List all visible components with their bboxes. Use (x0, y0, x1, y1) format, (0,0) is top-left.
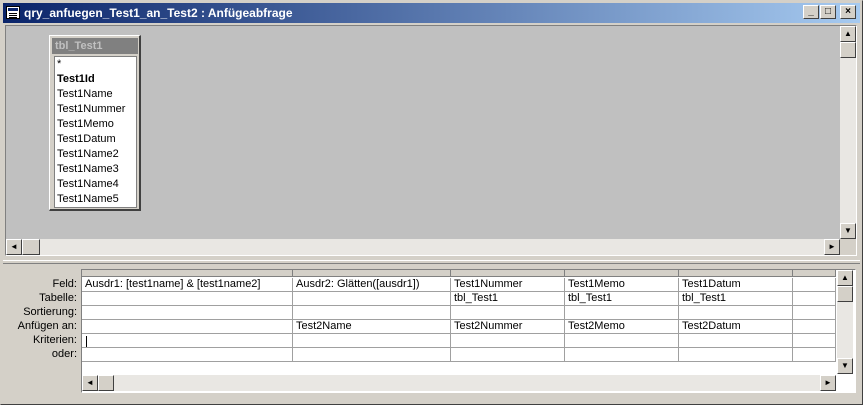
grid-cell-tabelle[interactable] (793, 292, 836, 306)
grid-cell-sortierung[interactable] (293, 306, 451, 320)
scroll-left-arrow-icon[interactable]: ◄ (82, 375, 98, 391)
grid-cell-anfuegen[interactable]: Test2Name (293, 320, 451, 334)
field-list[interactable]: * Test1Id Test1Name Test1Nummer Test1Memo Tes… (54, 56, 137, 208)
grid-row-labels: Feld: Tabelle: Sortierung: Anfügen an: Krite… (5, 277, 79, 361)
grid-row-label: oder: (51, 348, 77, 360)
grid-cell-tabelle[interactable]: tbl_Test1 (679, 292, 793, 306)
grid-cell-kriterien[interactable] (565, 334, 679, 348)
grid-cell-oder[interactable] (82, 348, 293, 362)
grid-cell-anfuegen[interactable] (793, 320, 836, 334)
table-pane-horizontal-scrollbar[interactable]: ◄ ► (6, 239, 840, 255)
scroll-up-arrow-icon[interactable]: ▲ (837, 270, 853, 286)
grid-cell-oder[interactable] (293, 348, 451, 362)
grid-row-label: Feld: (52, 278, 77, 290)
grid-cell-tabelle[interactable] (293, 292, 451, 306)
grid-cell-oder[interactable] (679, 348, 793, 362)
grid-cell-feld[interactable]: Test1Nummer (451, 278, 565, 292)
grid-cell-sortierung[interactable] (82, 306, 293, 320)
column-selector[interactable] (679, 270, 793, 277)
column-selector[interactable] (82, 270, 293, 277)
grid-cell-anfuegen[interactable]: Test2Nummer (451, 320, 565, 334)
field-list-item[interactable]: Test1Name4 (55, 177, 136, 192)
grid-cell-kriterien[interactable] (679, 334, 793, 348)
scroll-down-arrow-icon[interactable]: ▼ (837, 358, 853, 374)
scroll-thumb[interactable] (98, 375, 114, 391)
grid-cell-sortierung[interactable] (451, 306, 565, 320)
field-list-item[interactable]: Test1Name (55, 87, 136, 102)
grid-cell-kriterien[interactable] (451, 334, 565, 348)
grid-cell-feld[interactable]: Test1Datum (679, 278, 793, 292)
grid-row-label: Tabelle: (39, 292, 77, 304)
pane-splitter[interactable] (3, 260, 860, 264)
grid-cell-sortierung[interactable] (565, 306, 679, 320)
field-list-item[interactable]: Test1Name2 (55, 147, 136, 162)
grid-row-label: Anfügen an: (17, 320, 77, 332)
title-bar[interactable]: qry_anfuegen_Test1_an_Test2 : Anfügeabfr… (3, 3, 860, 23)
field-list-item[interactable]: Test1Name3 (55, 162, 136, 177)
table-pane[interactable]: tbl_Test1 * Test1Id Test1Name Test1Nummer Te… (5, 25, 857, 256)
scroll-up-arrow-icon[interactable]: ▲ (840, 26, 856, 42)
field-list-item[interactable]: Test1Datum (55, 132, 136, 147)
grid-cell-oder[interactable] (565, 348, 679, 362)
field-list-item[interactable]: Test1Name5 (55, 192, 136, 207)
grid-cell-sortierung[interactable] (679, 306, 793, 320)
grid-cell-kriterien[interactable] (793, 334, 836, 348)
field-list-item[interactable]: * (55, 57, 136, 72)
grid-row-label: Sortierung: (23, 306, 77, 318)
query-icon[interactable] (6, 6, 20, 19)
scroll-right-arrow-icon[interactable]: ► (820, 375, 836, 391)
query-grid[interactable]: Ausdr1: [test1name] & [test1name2] Ausdr2… (81, 269, 856, 393)
maximize-button[interactable]: □ (820, 5, 836, 19)
field-list-title[interactable]: tbl_Test1 (52, 38, 138, 54)
scroll-thumb[interactable] (840, 42, 856, 58)
column-selector[interactable] (565, 270, 679, 277)
grid-cell-oder[interactable] (451, 348, 565, 362)
grid-cell-anfuegen[interactable]: Test2Datum (679, 320, 793, 334)
scroll-corner (840, 239, 856, 255)
grid-cell-feld[interactable]: Ausdr2: Glätten([ausdr1]) (293, 278, 451, 292)
grid-horizontal-scrollbar[interactable]: ◄ ► (82, 375, 836, 391)
grid-cell-sortierung[interactable] (793, 306, 836, 320)
grid-cell-anfuegen[interactable]: Test2Memo (565, 320, 679, 334)
grid-cell-kriterien[interactable] (82, 334, 293, 348)
scroll-thumb[interactable] (22, 239, 40, 255)
query-design-window: qry_anfuegen_Test1_an_Test2 : Anfügeabfr… (0, 0, 863, 405)
scroll-left-arrow-icon[interactable]: ◄ (6, 239, 22, 255)
column-selector[interactable] (293, 270, 451, 277)
field-list-item[interactable]: Test1Memo (55, 117, 136, 132)
column-selector[interactable] (451, 270, 565, 277)
grid-row-label: Kriterien: (32, 334, 77, 346)
window-title: qry_anfuegen_Test1_an_Test2 : Anfügeabfr… (24, 6, 293, 20)
grid-cell-anfuegen[interactable] (82, 320, 293, 334)
table-pane-vertical-scrollbar[interactable]: ▲ ▼ (840, 26, 856, 239)
field-list-item[interactable]: Test1Id (55, 72, 136, 87)
field-list-window[interactable]: tbl_Test1 * Test1Id Test1Name Test1Nummer Te… (49, 35, 141, 211)
grid-cell-tabelle[interactable] (82, 292, 293, 306)
scroll-right-arrow-icon[interactable]: ► (824, 239, 840, 255)
text-cursor (86, 336, 87, 347)
close-button[interactable]: × (840, 5, 856, 19)
grid-cell-tabelle[interactable]: tbl_Test1 (451, 292, 565, 306)
grid-cell-feld[interactable]: Ausdr1: [test1name] & [test1name2] (82, 278, 293, 292)
scroll-thumb[interactable] (837, 286, 853, 302)
grid-cell-oder[interactable] (793, 348, 836, 362)
grid-cell-feld[interactable]: Test1Memo (565, 278, 679, 292)
grid-cell-tabelle[interactable]: tbl_Test1 (565, 292, 679, 306)
field-list-item[interactable]: Test1Nummer (55, 102, 136, 117)
scroll-down-arrow-icon[interactable]: ▼ (840, 223, 856, 239)
minimize-button[interactable]: _ (803, 5, 819, 19)
grid-cell-kriterien[interactable] (293, 334, 451, 348)
grid-cell-feld[interactable] (793, 278, 836, 292)
column-selectors[interactable] (82, 270, 836, 277)
column-selector[interactable] (793, 270, 836, 277)
grid-vertical-scrollbar[interactable]: ▲ ▼ (837, 270, 853, 374)
